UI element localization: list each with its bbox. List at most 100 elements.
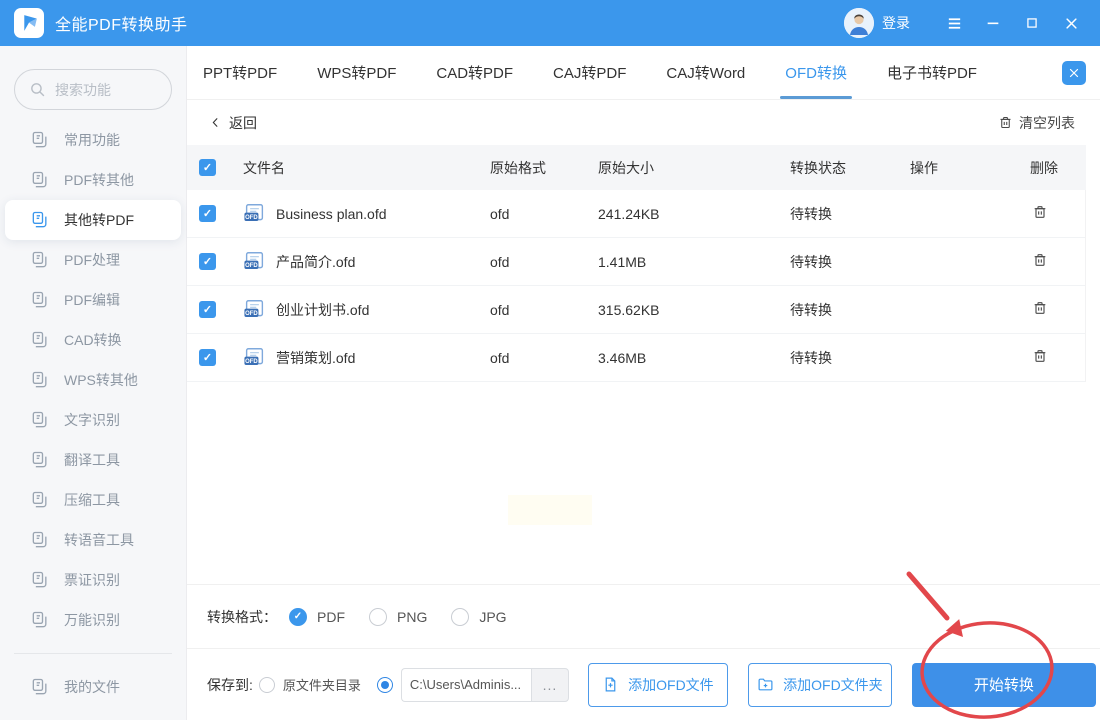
feature-icon — [30, 330, 50, 350]
start-convert-button[interactable]: 开始转换 — [911, 662, 1096, 707]
add-ofd-file-button[interactable]: 添加OFD文件 — [587, 662, 728, 707]
feature-icon — [30, 210, 50, 230]
file-format: ofd — [490, 253, 510, 270]
clear-list-button[interactable]: 清空列表 — [998, 113, 1075, 133]
format-option[interactable]: PDF — [289, 607, 345, 626]
bottom-bar: 保存到: 原文件夹目录 C:\Users\Adminis... ... 添加OF… — [187, 648, 1100, 720]
file-name: 产品简介.ofd — [276, 253, 356, 270]
file-name: 营销策划.ofd — [276, 349, 356, 366]
row-checkbox[interactable] — [199, 301, 216, 318]
sidebar-item-3[interactable]: PDF处理 — [0, 240, 186, 280]
tab-2[interactable]: CAD转PDF — [436, 46, 513, 99]
app-logo — [14, 8, 44, 38]
file-status: 待转换 — [790, 253, 832, 270]
format-radio-icon — [289, 607, 307, 626]
back-button[interactable]: 返回 — [209, 113, 257, 133]
save-original-folder-radio[interactable] — [258, 676, 275, 693]
sidebar-item-10[interactable]: 转语音工具 — [0, 520, 186, 560]
tab-label: WPS转PDF — [317, 65, 397, 82]
tab-label: OFD转换 — [785, 65, 847, 82]
sidebar-item-label: PDF处理 — [64, 252, 120, 268]
save-custom-path-radio[interactable] — [376, 676, 393, 693]
sidebar-item-0[interactable]: 常用功能 — [0, 120, 186, 160]
sidebar-item-6[interactable]: WPS转其他 — [0, 360, 186, 400]
tab-0[interactable]: PPT转PDF — [203, 46, 277, 99]
file-name: Business plan.ofd — [276, 205, 387, 222]
app-title: 全能PDF转换助手 — [55, 17, 188, 34]
format-option[interactable]: PNG — [369, 607, 427, 626]
delete-file-icon[interactable] — [1032, 348, 1048, 364]
sidebar-item-label: PDF编辑 — [64, 292, 120, 308]
tab-6[interactable]: 电子书转PDF — [887, 46, 977, 99]
select-all-checkbox[interactable] — [199, 159, 216, 176]
sidebar-item-my-files[interactable]: 我的文件 — [0, 667, 186, 707]
close-icon[interactable] — [1058, 10, 1084, 36]
sidebar-item-label: 其他转PDF — [64, 212, 134, 228]
file-size: 3.46MB — [598, 349, 647, 366]
column-header: 删除 — [1030, 159, 1058, 176]
login-button[interactable]: 登录 — [882, 13, 910, 33]
menu-icon[interactable] — [941, 10, 967, 36]
format-option-label: PDF — [317, 608, 345, 625]
file-format: ofd — [490, 205, 510, 222]
delete-file-icon[interactable] — [1032, 252, 1048, 268]
format-option[interactable]: JPG — [451, 607, 507, 626]
save-to-label: 保存到: — [207, 676, 253, 693]
format-radio-icon — [369, 607, 387, 626]
file-format: ofd — [490, 301, 510, 318]
tab-close-icon[interactable] — [1062, 61, 1086, 85]
avatar[interactable] — [844, 8, 874, 38]
sidebar-item-8[interactable]: 翻译工具 — [0, 440, 186, 480]
sidebar-item-11[interactable]: 票证识别 — [0, 560, 186, 600]
ofd-file-icon — [243, 299, 266, 320]
table-row: 营销策划.ofd ofd 3.46MB 待转换 — [187, 334, 1085, 382]
row-checkbox[interactable] — [199, 205, 216, 222]
file-status: 待转换 — [790, 301, 832, 318]
sidebar-item-7[interactable]: 文字识别 — [0, 400, 186, 440]
save-path-input[interactable]: C:\Users\Adminis... — [400, 667, 531, 702]
minimize-icon[interactable] — [980, 10, 1006, 36]
sidebar-item-label: WPS转其他 — [64, 372, 138, 388]
row-checkbox[interactable] — [199, 349, 216, 366]
row-checkbox[interactable] — [199, 253, 216, 270]
back-label: 返回 — [229, 114, 257, 131]
table-row: 创业计划书.ofd ofd 315.62KB 待转换 — [187, 286, 1085, 334]
ofd-file-icon — [243, 203, 266, 224]
sidebar-item-label: 万能识别 — [64, 612, 120, 628]
sidebar-item-5[interactable]: CAD转换 — [0, 320, 186, 360]
delete-file-icon[interactable] — [1032, 204, 1048, 220]
format-label: 转换格式： — [207, 608, 277, 625]
tab-label: CAD转PDF — [436, 65, 514, 82]
sidebar-item-12[interactable]: 万能识别 — [0, 600, 186, 640]
maximize-icon[interactable] — [1019, 10, 1045, 36]
tab-label: PPT转PDF — [203, 65, 278, 82]
browse-button[interactable]: ... — [530, 667, 569, 702]
trash-icon — [998, 115, 1013, 130]
search-placeholder: 搜索功能 — [55, 81, 111, 98]
search-input[interactable]: 搜索功能 — [14, 69, 172, 110]
tab-1[interactable]: WPS转PDF — [317, 46, 396, 99]
add-ofd-folder-label: 添加OFD文件夹 — [783, 676, 883, 693]
feature-icon — [30, 130, 50, 150]
delete-file-icon[interactable] — [1032, 300, 1048, 316]
tab-5[interactable]: OFD转换 — [780, 46, 852, 99]
chevron-left-icon — [209, 116, 222, 129]
folder-plus-icon — [757, 676, 774, 693]
file-size: 1.41MB — [598, 253, 647, 270]
save-original-folder-label: 原文件夹目录 — [282, 678, 361, 693]
feature-icon — [30, 530, 50, 550]
sidebar-item-4[interactable]: PDF编辑 — [0, 280, 186, 320]
sidebar-item-9[interactable]: 压缩工具 — [0, 480, 186, 520]
tab-4[interactable]: CAJ转Word — [666, 46, 745, 99]
file-size: 241.24KB — [598, 205, 660, 222]
file-name: 创业计划书.ofd — [276, 301, 370, 318]
sidebar-item-1[interactable]: PDF转其他 — [0, 160, 186, 200]
tab-3[interactable]: CAJ转PDF — [553, 46, 626, 99]
file-status: 待转换 — [790, 349, 832, 366]
add-ofd-folder-button[interactable]: 添加OFD文件夹 — [747, 662, 892, 707]
sidebar-item-label: 我的文件 — [64, 679, 120, 695]
list-toolbar: 返回 清空列表 — [187, 100, 1100, 145]
file-size: 315.62KB — [598, 301, 660, 318]
format-radio-icon — [451, 607, 470, 626]
sidebar-item-2[interactable]: 其他转PDF — [5, 200, 181, 240]
